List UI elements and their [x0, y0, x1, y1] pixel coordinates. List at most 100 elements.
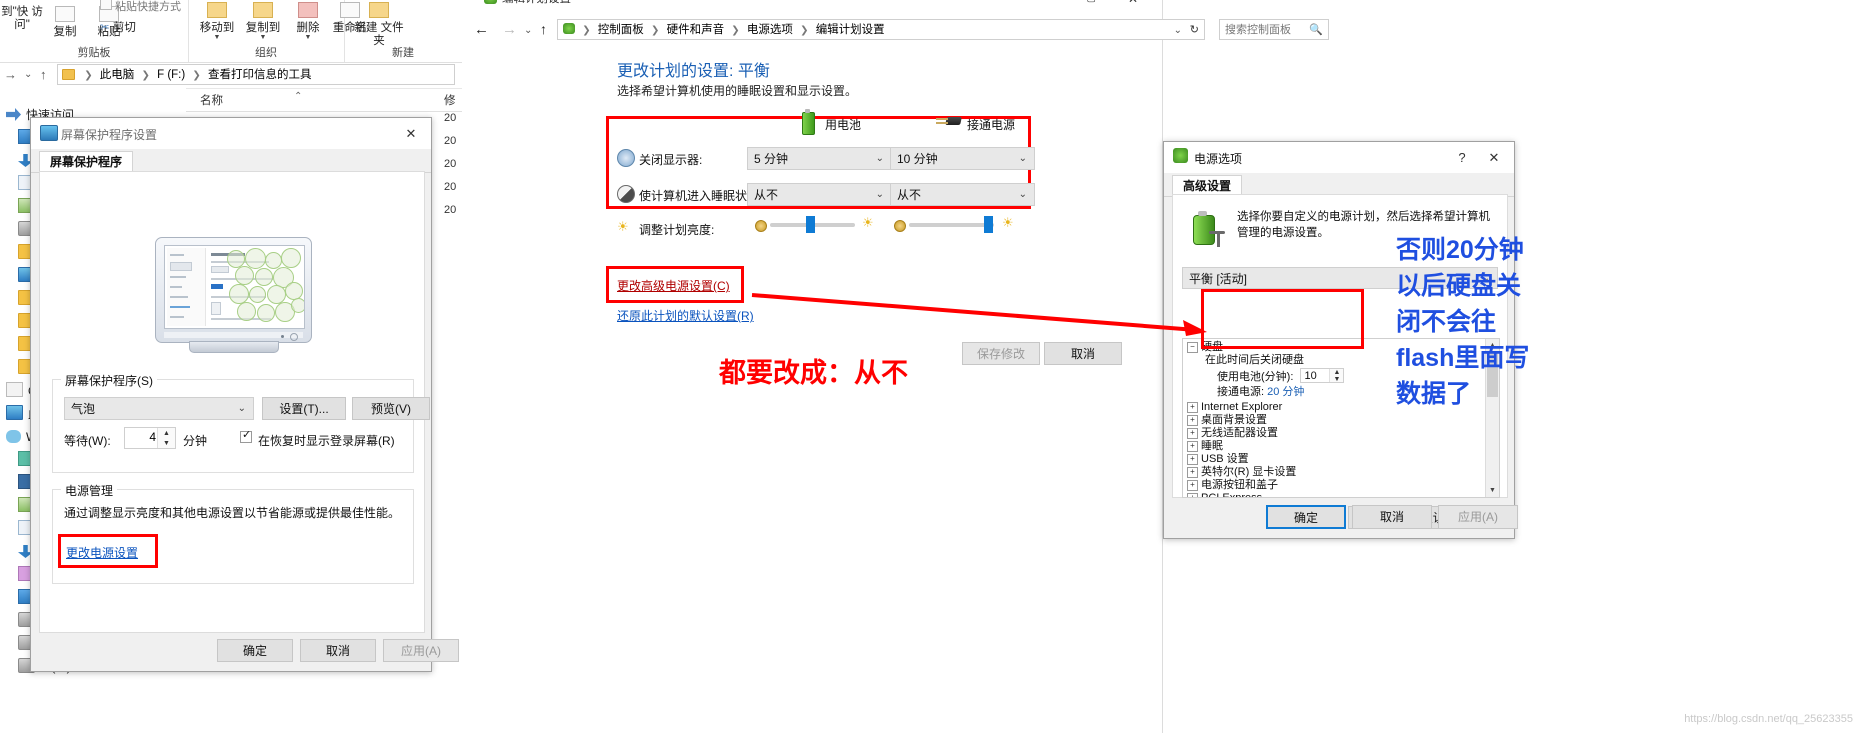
- ok-button[interactable]: 确定: [1266, 505, 1346, 529]
- breadcrumb-current-folder[interactable]: 查看打印信息的工具: [208, 69, 312, 81]
- cut-button[interactable]: ✂ 剪切: [100, 22, 190, 35]
- cancel-button[interactable]: 取消: [1352, 505, 1432, 529]
- wait-minutes-stepper[interactable]: 4 ▲ ▼: [124, 427, 176, 449]
- breadcrumb-drive-f[interactable]: F (F:): [157, 69, 185, 81]
- expand-icon[interactable]: +: [1187, 454, 1198, 465]
- stepper-down-icon[interactable]: ▼: [158, 439, 175, 448]
- forward-button[interactable]: →: [502, 19, 517, 40]
- link-change-power-settings[interactable]: 更改电源设置: [66, 544, 138, 561]
- monitor-icon: [40, 125, 58, 141]
- control-panel-address-bar[interactable]: ❯ 控制面板 ❯ 硬件和声音 ❯ 电源选项 ❯ 编辑计划设置 ⌄ ↻: [557, 19, 1205, 40]
- brightness-plugged-thumb[interactable]: [984, 216, 993, 233]
- stepper-up-icon[interactable]: ▲: [158, 429, 175, 438]
- breadcrumb-power-options[interactable]: 电源选项: [747, 24, 793, 36]
- tree-item-usb[interactable]: + USB 设置: [1183, 453, 1499, 466]
- copy-to-button[interactable]: 复制到 ▼: [240, 2, 286, 41]
- hdd-plugged-value[interactable]: 20 分钟: [1267, 386, 1304, 398]
- list-item: 20: [444, 158, 457, 170]
- search-icon[interactable]: 🔍: [1309, 20, 1323, 41]
- apply-button[interactable]: 应用(A): [383, 639, 459, 662]
- row-label-sleep: 使计算机进入睡眠状态:: [639, 189, 763, 203]
- tree-item-power-buttons[interactable]: + 电源按钮和盖子: [1183, 479, 1499, 492]
- cancel-button[interactable]: 取消: [1044, 342, 1122, 365]
- link-advanced-power-settings[interactable]: 更改高级电源设置(C): [617, 277, 730, 294]
- copy-to-caret-icon[interactable]: ▼: [240, 34, 286, 41]
- help-button[interactable]: ?: [1448, 148, 1476, 168]
- delete-caret-icon[interactable]: ▼: [290, 34, 326, 41]
- up-button[interactable]: ↑: [540, 19, 547, 40]
- close-button[interactable]: ✕: [1480, 148, 1508, 168]
- breadcrumb-hardware-sound[interactable]: 硬件和声音: [667, 24, 725, 36]
- expand-icon[interactable]: +: [1187, 415, 1198, 426]
- apply-button[interactable]: 应用(A): [1438, 505, 1518, 529]
- resume-logon-checkbox[interactable]: [240, 428, 252, 443]
- move-to-button[interactable]: 移动到 ▼: [194, 2, 240, 41]
- expand-icon[interactable]: +: [1187, 441, 1198, 452]
- ok-button[interactable]: 确定: [217, 639, 293, 662]
- link-restore-defaults[interactable]: 还原此计划的默认设置(R): [617, 307, 754, 324]
- sleep-battery-combo[interactable]: 从不 ⌄: [747, 183, 892, 206]
- dialog-title: 电源选项: [1194, 152, 1243, 166]
- sleep-plugged-combo[interactable]: 从不 ⌄: [890, 183, 1035, 206]
- address-dropdown-icon[interactable]: ⌄: [1174, 20, 1182, 39]
- copy-button[interactable]: 复制: [46, 6, 84, 39]
- scroll-down-icon[interactable]: ▼: [1486, 484, 1499, 497]
- move-to-label: 移动到: [199, 22, 235, 34]
- breadcrumb-control-panel[interactable]: 控制面板: [598, 24, 644, 36]
- close-button[interactable]: ✕: [1128, 0, 1138, 6]
- column-header-modified[interactable]: 修: [444, 92, 456, 108]
- breadcrumb-this-pc[interactable]: 此电脑: [100, 69, 135, 81]
- stepper-down-icon[interactable]: ▼: [1330, 376, 1343, 383]
- close-button[interactable]: ✕: [397, 124, 425, 144]
- tab-screen-saver[interactable]: 屏幕保护程序: [39, 151, 134, 173]
- stepper-buttons[interactable]: ▲ ▼: [157, 428, 175, 448]
- paste-shortcut-button[interactable]: 粘贴快捷方式: [100, 0, 190, 14]
- explorer-address-bar[interactable]: ❯ 此电脑 ❯ F (F:) ❯ 查看打印信息的工具: [57, 64, 455, 85]
- sleep-battery-value: 从不: [754, 188, 779, 202]
- minimize-button[interactable]: —: [1043, 0, 1054, 5]
- delete-button[interactable]: 删除 ▼: [290, 2, 326, 41]
- hdd-battery-minutes-stepper[interactable]: 10 ▲ ▼: [1300, 368, 1345, 383]
- expand-icon[interactable]: +: [1187, 428, 1198, 439]
- sleep-plugged-value: 从不: [897, 188, 922, 202]
- tree-item-sleep[interactable]: + 睡眠: [1183, 440, 1499, 453]
- tree-item-wireless-adapter[interactable]: + 无线适配器设置: [1183, 427, 1499, 440]
- paste-shortcut-icon: [100, 0, 112, 10]
- maximize-button[interactable]: ▢: [1087, 0, 1096, 4]
- column-header-name[interactable]: 名称: [200, 92, 223, 108]
- recent-locations-button[interactable]: ⌄: [524, 20, 532, 41]
- tree-item-intel-graphics[interactable]: + 英特尔(R) 显卡设置: [1183, 466, 1499, 479]
- pin-to-quick-access-label: 到"快 访问": [1, 6, 43, 31]
- settings-button[interactable]: 设置(T)...: [262, 397, 346, 420]
- move-to-caret-icon[interactable]: ▼: [194, 34, 240, 41]
- pin-to-quick-access-button[interactable]: 到"快 访问": [0, 6, 44, 32]
- refresh-icon[interactable]: ↻: [1190, 20, 1199, 39]
- up-button[interactable]: ↑: [40, 64, 47, 85]
- stepper-up-icon[interactable]: ▲: [1330, 369, 1343, 376]
- control-panel-search-input[interactable]: 搜索控制面板 🔍: [1219, 19, 1329, 40]
- expand-icon[interactable]: +: [1187, 480, 1198, 491]
- expand-icon[interactable]: +: [1187, 493, 1198, 497]
- save-changes-button[interactable]: 保存修改: [962, 342, 1040, 365]
- expand-icon[interactable]: +: [1187, 402, 1198, 413]
- expand-icon[interactable]: +: [1187, 467, 1198, 478]
- stepper-buttons[interactable]: ▲ ▼: [1329, 369, 1344, 383]
- group-screensaver-label: 屏幕保护程序(S): [61, 372, 157, 389]
- recent-locations-button[interactable]: ⌄: [24, 64, 32, 85]
- collapse-icon[interactable]: −: [1187, 342, 1198, 353]
- back-button[interactable]: ←: [474, 19, 489, 40]
- power-plug-icon: [1189, 209, 1227, 251]
- column-header-plugged: 接通电源: [967, 118, 1016, 132]
- cancel-button[interactable]: 取消: [300, 639, 376, 662]
- turn-off-display-battery-combo[interactable]: 5 分钟 ⌄: [747, 147, 892, 170]
- tree-item-desktop-background[interactable]: + 桌面背景设置: [1183, 414, 1499, 427]
- brightness-plugged-track[interactable]: [909, 223, 994, 227]
- preview-button[interactable]: 预览(V): [352, 397, 430, 420]
- breadcrumb-edit-plan[interactable]: 编辑计划设置: [816, 24, 885, 36]
- forward-button[interactable]: →: [4, 64, 17, 85]
- screensaver-combo[interactable]: 气泡 ⌄: [64, 397, 254, 420]
- new-folder-button[interactable]: 新建 文件夹: [354, 2, 404, 48]
- tree-item-pci-express[interactable]: + PCI Express: [1183, 492, 1499, 497]
- brightness-battery-thumb[interactable]: [806, 216, 815, 233]
- turn-off-display-plugged-combo[interactable]: 10 分钟 ⌄: [890, 147, 1035, 170]
